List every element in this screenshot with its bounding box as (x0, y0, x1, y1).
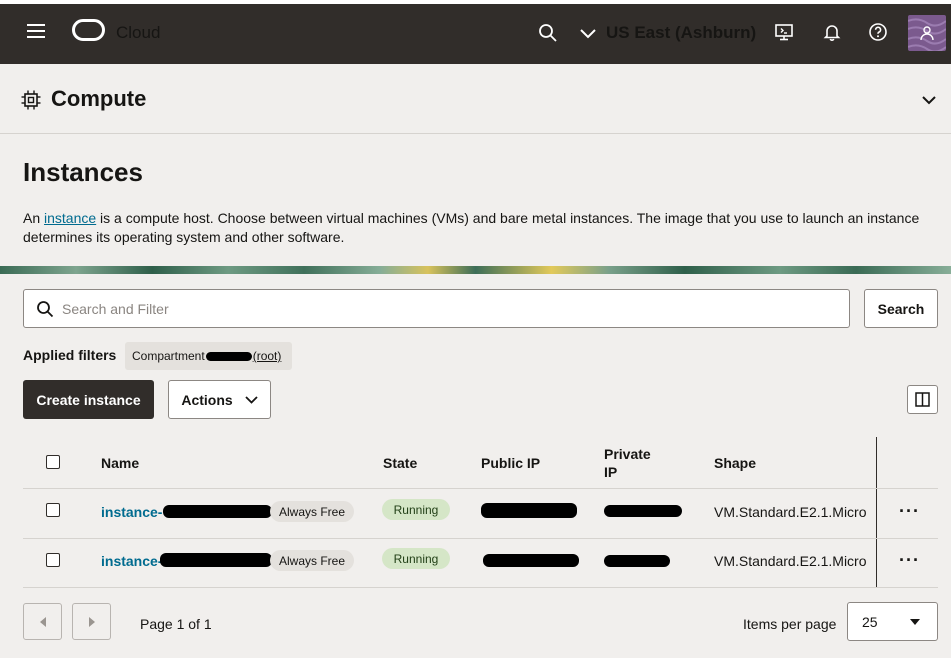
row-separator (23, 488, 938, 489)
always-free-badge: Always Free (270, 550, 355, 571)
row-checkbox[interactable] (46, 553, 60, 567)
oracle-logo-icon[interactable] (72, 19, 105, 41)
status-badge: Running (382, 499, 450, 520)
redacted-text (205, 351, 252, 361)
page-description: An instance is a compute host. Choose be… (23, 209, 933, 247)
always-free-badge: Always Free (270, 501, 355, 522)
column-header-shape[interactable]: Shape (714, 455, 756, 472)
search-field[interactable] (23, 289, 850, 328)
search-icon[interactable] (537, 22, 559, 44)
items-per-page-select[interactable]: 25 (847, 602, 938, 641)
actions-menu-button[interactable]: Actions (168, 380, 271, 419)
search-icon (37, 301, 54, 318)
avatar[interactable] (908, 15, 946, 51)
chevron-down-icon[interactable] (921, 92, 939, 106)
chip-label: Compartment (132, 349, 205, 363)
status-badge: Running (382, 548, 450, 569)
page-title: Instances (23, 157, 143, 187)
column-header-private-ip-line2[interactable]: IP (604, 464, 617, 481)
items-per-page-value: 25 (862, 613, 878, 630)
chip-icon (20, 89, 42, 111)
redacted-private-ip (604, 555, 670, 567)
redacted-public-ip (483, 554, 579, 567)
page-indicator: Page 1 of 1 (140, 616, 212, 632)
instance-name-link[interactable]: instance- (101, 552, 162, 570)
chevron-left-icon (39, 616, 46, 627)
caret-down-icon (910, 619, 920, 625)
row-separator (23, 538, 938, 539)
chevron-down-icon (580, 29, 596, 39)
instance-shape: VM.Standard.E2.1.Micro (714, 504, 867, 520)
redacted-private-ip (604, 505, 682, 517)
chip-root-link[interactable]: (root) (253, 349, 282, 363)
chevron-down-icon (245, 395, 258, 404)
instance-name-link[interactable]: instance- (101, 503, 162, 521)
search-button[interactable]: Search (864, 289, 938, 328)
previous-page-button[interactable] (23, 603, 62, 640)
create-instance-button[interactable]: Create instance (23, 380, 154, 419)
column-header-name[interactable]: Name (101, 455, 139, 472)
redacted-public-ip (481, 503, 577, 518)
column-divider (876, 437, 877, 588)
region-label: US East (Ashburn) (606, 23, 757, 42)
column-header-state[interactable]: State (383, 455, 417, 472)
bell-icon[interactable] (820, 20, 844, 44)
help-icon[interactable] (866, 20, 890, 44)
actions-label: Actions (181, 391, 233, 408)
instance-shape: VM.Standard.E2.1.Micro (714, 553, 867, 569)
row-actions-ellipsis-icon[interactable]: ··· (899, 551, 920, 569)
row-actions-ellipsis-icon[interactable]: ··· (899, 502, 920, 520)
redacted-text (163, 505, 272, 518)
hamburger-menu-icon[interactable] (22, 18, 50, 44)
redacted-text (160, 553, 272, 567)
applied-filters-label: Applied filters (23, 347, 117, 363)
columns-icon (915, 392, 930, 407)
row-separator (23, 587, 938, 588)
items-per-page-label: Items per page (743, 616, 837, 632)
chevron-right-icon (88, 616, 95, 627)
service-title: Compute (51, 86, 147, 111)
desc-text: is a compute host. Choose between virtua… (23, 210, 920, 245)
instance-link[interactable]: instance (44, 210, 96, 226)
decorative-banner (0, 266, 951, 274)
region-selector[interactable]: US East (Ashburn) (580, 21, 756, 45)
column-header-public-ip[interactable]: Public IP (481, 455, 540, 472)
cloud-shell-icon[interactable] (772, 20, 796, 44)
search-input[interactable] (62, 290, 842, 327)
desc-prefix: An (23, 210, 45, 226)
column-header-private-ip-line1[interactable]: Private (604, 446, 651, 463)
next-page-button[interactable] (72, 603, 111, 640)
compartment-filter-chip[interactable]: Compartment (root) (125, 342, 292, 370)
columns-toggle-button[interactable] (907, 385, 938, 414)
row-checkbox[interactable] (46, 503, 60, 517)
select-all-checkbox[interactable] (46, 455, 60, 469)
brand-label[interactable]: Cloud (116, 22, 160, 44)
